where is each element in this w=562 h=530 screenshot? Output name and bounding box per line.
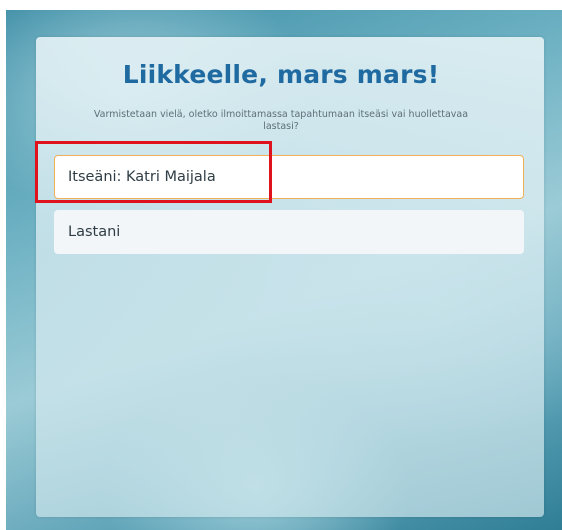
- option-child-button[interactable]: Lastani: [54, 210, 524, 254]
- page-title: Liikkeelle, mars mars!: [122, 60, 440, 89]
- background: Liikkeelle, mars mars! Varmistetaan viel…: [0, 0, 562, 530]
- annotation-highlight-box: [35, 141, 272, 203]
- page-subtitle: Varmistetaan vielä, oletko ilmoittamassa…: [93, 109, 469, 132]
- option-child-label: Lastani: [68, 224, 121, 240]
